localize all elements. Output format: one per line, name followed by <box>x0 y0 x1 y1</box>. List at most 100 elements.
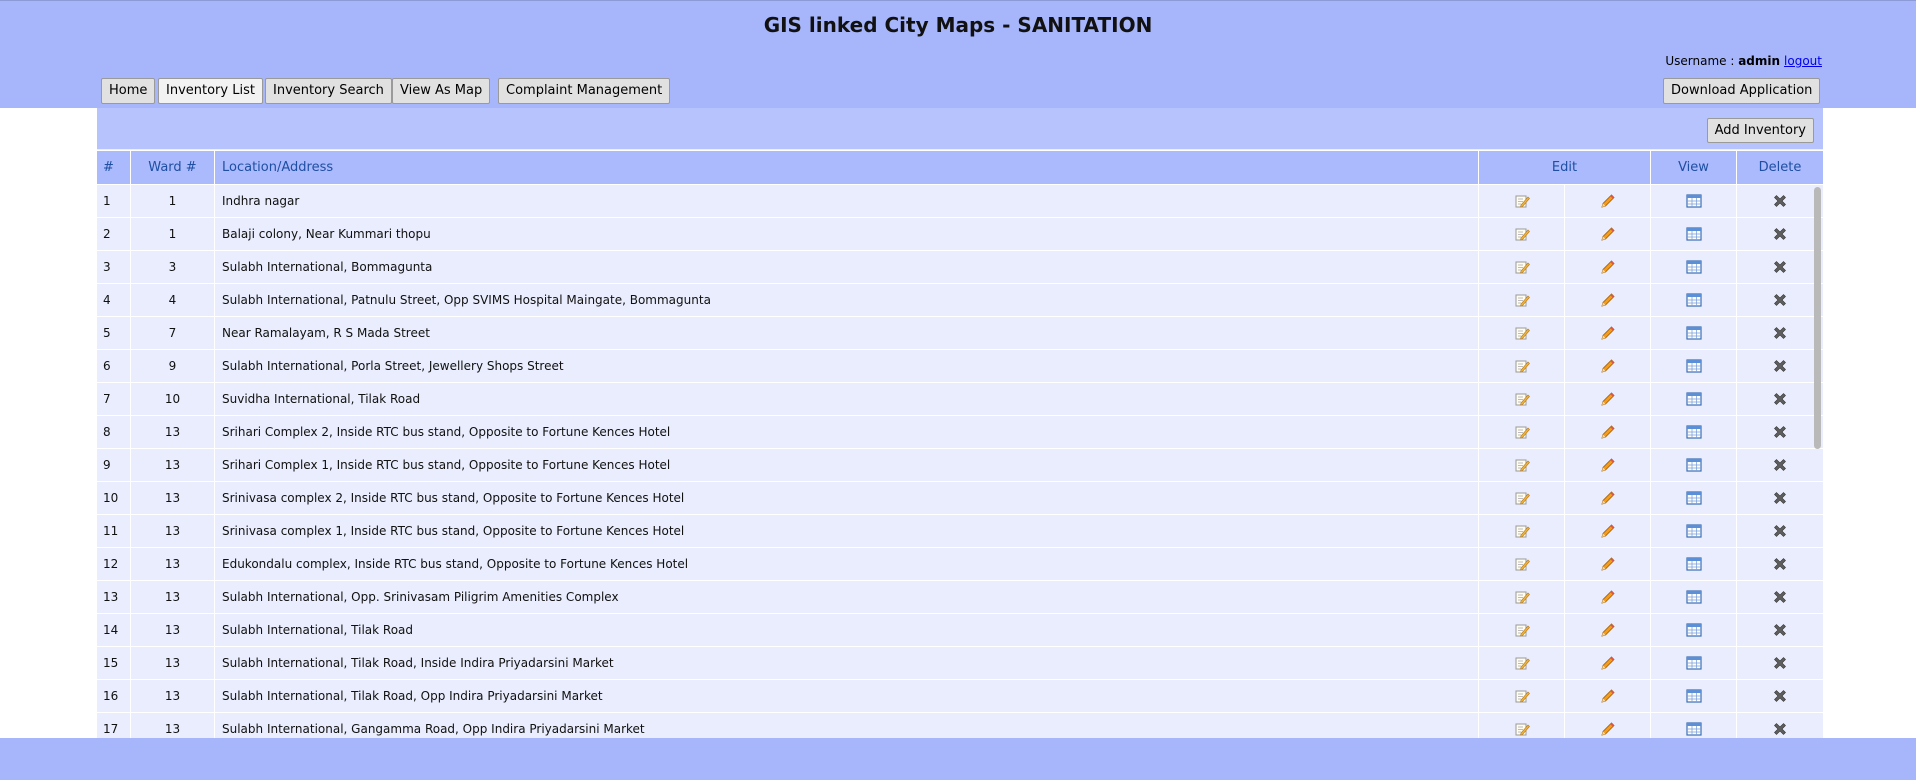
download-application-button[interactable]: Download Application <box>1663 78 1821 104</box>
pencil-icon[interactable] <box>1600 325 1616 341</box>
edit-details-icon[interactable] <box>1514 589 1530 605</box>
delete-icon[interactable] <box>1772 490 1788 506</box>
table-view-icon[interactable] <box>1685 556 1702 572</box>
pencil-icon[interactable] <box>1600 391 1616 407</box>
view-cell <box>1650 713 1736 738</box>
row-ward: 13 <box>130 482 214 514</box>
delete-cell <box>1736 251 1823 283</box>
edit-details-icon[interactable] <box>1514 457 1530 473</box>
delete-icon[interactable] <box>1772 589 1788 605</box>
edit-details-cell <box>1478 218 1564 250</box>
table-view-icon[interactable] <box>1685 457 1702 473</box>
pencil-icon[interactable] <box>1600 226 1616 242</box>
delete-cell <box>1736 350 1823 382</box>
pencil-icon[interactable] <box>1600 556 1616 572</box>
table-view-icon[interactable] <box>1685 259 1702 275</box>
inventory-search-button[interactable]: Inventory Search <box>265 78 392 104</box>
edit-details-icon[interactable] <box>1514 556 1530 572</box>
pencil-icon[interactable] <box>1600 193 1616 209</box>
pencil-icon[interactable] <box>1600 688 1616 704</box>
edit-details-cell <box>1478 383 1564 415</box>
table-scrollbar[interactable] <box>1814 187 1821 449</box>
view-cell <box>1650 647 1736 679</box>
delete-icon[interactable] <box>1772 424 1788 440</box>
row-ward: 9 <box>130 350 214 382</box>
view-cell <box>1650 251 1736 283</box>
delete-icon[interactable] <box>1772 523 1788 539</box>
table-view-icon[interactable] <box>1685 292 1702 308</box>
pencil-icon[interactable] <box>1600 490 1616 506</box>
pencil-icon[interactable] <box>1600 292 1616 308</box>
table-view-icon[interactable] <box>1685 358 1702 374</box>
add-inventory-button[interactable]: Add Inventory <box>1706 118 1814 143</box>
delete-icon[interactable] <box>1772 457 1788 473</box>
delete-icon[interactable] <box>1772 622 1788 638</box>
logout-link[interactable]: logout <box>1784 54 1822 68</box>
edit-pencil-cell <box>1564 317 1650 349</box>
edit-details-icon[interactable] <box>1514 655 1530 671</box>
edit-details-icon[interactable] <box>1514 523 1530 539</box>
edit-details-icon[interactable] <box>1514 424 1530 440</box>
inventory-list-button[interactable]: Inventory List <box>158 78 263 104</box>
delete-icon[interactable] <box>1772 259 1788 275</box>
pencil-icon[interactable] <box>1600 457 1616 473</box>
delete-icon[interactable] <box>1772 655 1788 671</box>
edit-details-cell <box>1478 482 1564 514</box>
table-view-icon[interactable] <box>1685 490 1702 506</box>
table-view-icon[interactable] <box>1685 589 1702 605</box>
complaint-management-button[interactable]: Complaint Management <box>498 78 671 104</box>
delete-icon[interactable] <box>1772 226 1788 242</box>
table-view-icon[interactable] <box>1685 523 1702 539</box>
pencil-icon[interactable] <box>1600 358 1616 374</box>
delete-cell <box>1736 713 1823 738</box>
table-view-icon[interactable] <box>1685 391 1702 407</box>
table-view-icon[interactable] <box>1685 721 1702 737</box>
edit-details-icon[interactable] <box>1514 490 1530 506</box>
view-as-map-button[interactable]: View As Map <box>392 78 491 104</box>
delete-icon[interactable] <box>1772 325 1788 341</box>
edit-details-icon[interactable] <box>1514 325 1530 341</box>
edit-details-cell <box>1478 416 1564 448</box>
pencil-icon[interactable] <box>1600 424 1616 440</box>
edit-details-cell <box>1478 317 1564 349</box>
delete-cell <box>1736 482 1823 514</box>
edit-details-icon[interactable] <box>1514 721 1530 737</box>
edit-details-icon[interactable] <box>1514 688 1530 704</box>
row-number: 13 <box>103 590 119 604</box>
app-footer <box>0 738 1916 780</box>
delete-icon[interactable] <box>1772 292 1788 308</box>
table-row: 17 13 Sulabh International, Gangamma Roa… <box>97 713 1823 738</box>
table-view-icon[interactable] <box>1685 424 1702 440</box>
edit-details-icon[interactable] <box>1514 226 1530 242</box>
pencil-icon[interactable] <box>1600 622 1616 638</box>
delete-icon[interactable] <box>1772 391 1788 407</box>
table-view-icon[interactable] <box>1685 688 1702 704</box>
table-view-icon[interactable] <box>1685 622 1702 638</box>
delete-icon[interactable] <box>1772 193 1788 209</box>
pencil-icon[interactable] <box>1600 721 1616 737</box>
pencil-icon[interactable] <box>1600 589 1616 605</box>
table-view-icon[interactable] <box>1685 655 1702 671</box>
delete-cell <box>1736 614 1823 646</box>
table-view-icon[interactable] <box>1685 325 1702 341</box>
row-ward: 13 <box>130 581 214 613</box>
delete-icon[interactable] <box>1772 688 1788 704</box>
home-button[interactable]: Home <box>101 78 156 104</box>
delete-icon[interactable] <box>1772 721 1788 737</box>
edit-details-icon[interactable] <box>1514 358 1530 374</box>
table-view-icon[interactable] <box>1685 226 1702 242</box>
edit-details-icon[interactable] <box>1514 259 1530 275</box>
delete-cell <box>1736 383 1823 415</box>
delete-icon[interactable] <box>1772 358 1788 374</box>
pencil-icon[interactable] <box>1600 655 1616 671</box>
pencil-icon[interactable] <box>1600 523 1616 539</box>
row-location: Suvidha International, Tilak Road <box>214 383 1478 415</box>
edit-details-icon[interactable] <box>1514 193 1530 209</box>
table-row: 7 10 Suvidha International, Tilak Road <box>97 383 1823 416</box>
pencil-icon[interactable] <box>1600 259 1616 275</box>
edit-details-icon[interactable] <box>1514 391 1530 407</box>
delete-icon[interactable] <box>1772 556 1788 572</box>
edit-details-icon[interactable] <box>1514 292 1530 308</box>
table-view-icon[interactable] <box>1685 193 1702 209</box>
edit-details-icon[interactable] <box>1514 622 1530 638</box>
